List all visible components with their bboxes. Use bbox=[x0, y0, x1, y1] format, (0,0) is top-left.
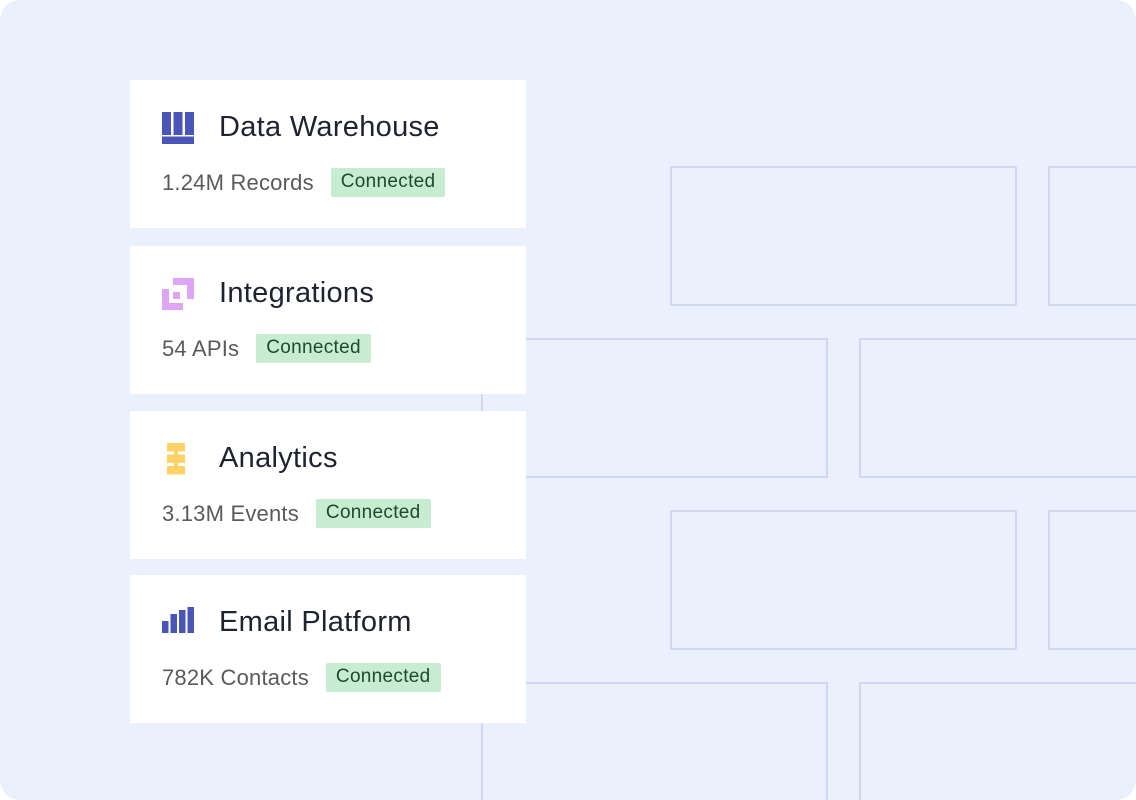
source-count: 54 APIs bbox=[162, 335, 240, 361]
source-meta: 54 APIs Connected bbox=[162, 334, 371, 363]
warehouse-icon bbox=[162, 112, 194, 144]
source-title: Integrations bbox=[219, 277, 375, 309]
source-card-email-platform[interactable]: Email Platform 782K Contacts Connected bbox=[130, 575, 526, 723]
source-meta: 3.13M Events Connected bbox=[162, 499, 431, 528]
analytics-icon bbox=[167, 443, 185, 475]
canvas: Data Warehouse 1.24M Records Connected I… bbox=[0, 0, 1136, 800]
source-count: 1.24M Records bbox=[162, 169, 314, 195]
source-card-integrations[interactable]: Integrations 54 APIs Connected bbox=[130, 246, 526, 394]
source-card-data-warehouse[interactable]: Data Warehouse 1.24M Records Connected bbox=[130, 80, 526, 228]
integrations-icon bbox=[162, 278, 194, 310]
source-count: 3.13M Events bbox=[162, 500, 299, 526]
status-badge: Connected bbox=[325, 663, 441, 692]
source-title: Data Warehouse bbox=[219, 111, 440, 143]
status-badge: Connected bbox=[330, 168, 446, 197]
source-card-analytics[interactable]: Analytics 3.13M Events Connected bbox=[130, 411, 526, 559]
source-meta: 782K Contacts Connected bbox=[162, 663, 441, 692]
source-title: Analytics bbox=[219, 442, 338, 474]
source-meta: 1.24M Records Connected bbox=[162, 168, 446, 197]
source-title: Email Platform bbox=[219, 606, 412, 638]
status-badge: Connected bbox=[256, 334, 371, 363]
source-count: 782K Contacts bbox=[162, 664, 309, 690]
bar-chart-icon bbox=[162, 607, 194, 633]
status-badge: Connected bbox=[315, 499, 431, 528]
